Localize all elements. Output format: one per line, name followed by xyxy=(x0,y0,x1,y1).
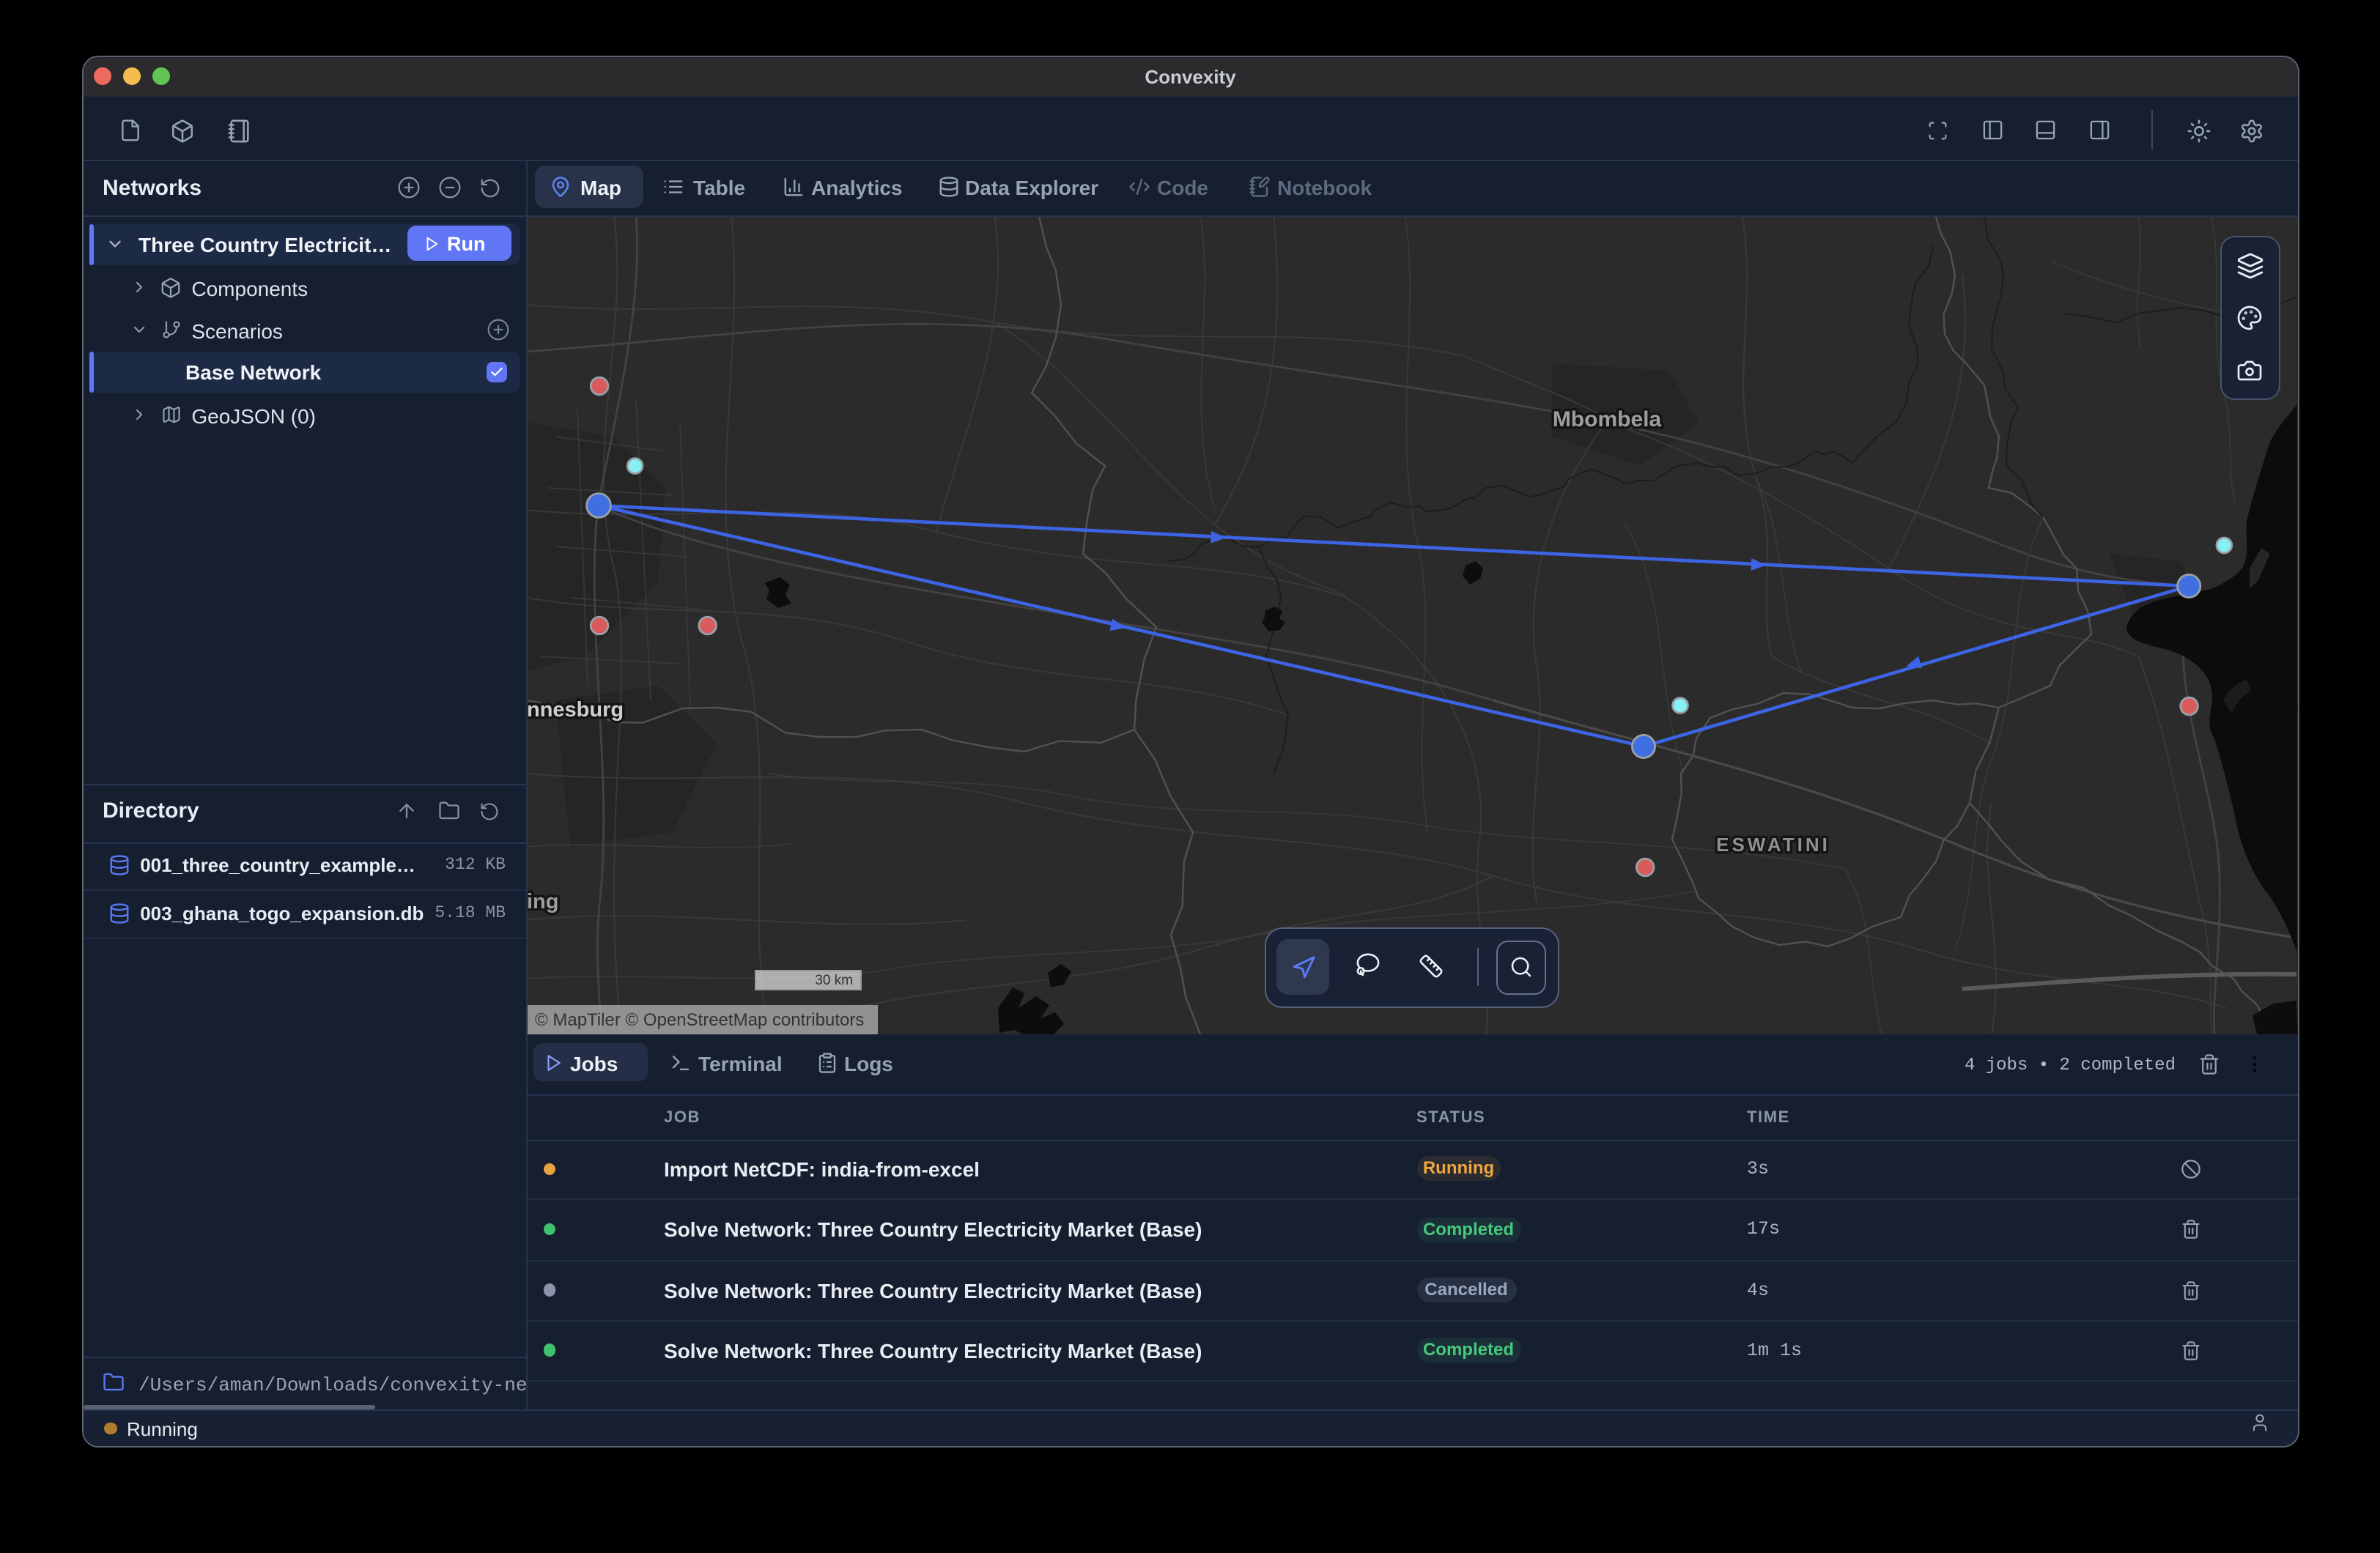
svg-text:nnesburg: nnesburg xyxy=(527,697,624,721)
svg-text:ESWATINI: ESWATINI xyxy=(1716,833,1830,855)
svg-text:ing: ing xyxy=(527,889,559,913)
svg-text:Mbombela: Mbombela xyxy=(1553,407,1662,431)
